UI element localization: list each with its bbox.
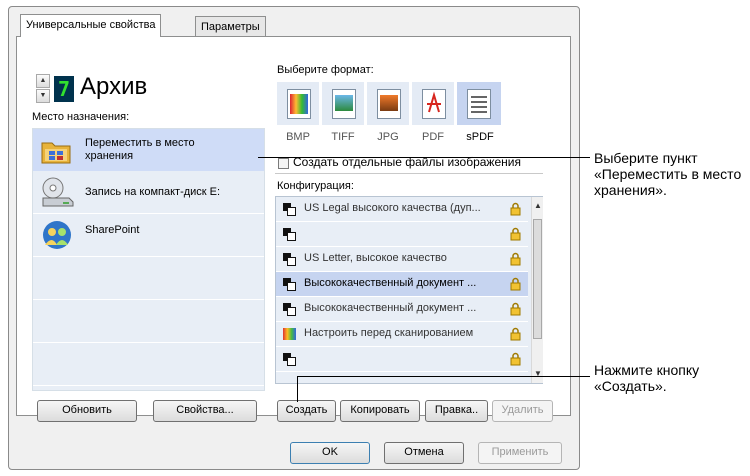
spin-up-button[interactable]: ▲ — [36, 74, 50, 88]
destination-list[interactable]: Переместить в место хранения Запись на к… — [32, 128, 265, 391]
delete-button[interactable]: Удалить — [492, 400, 553, 422]
create-button[interactable]: Создать — [277, 400, 336, 422]
config-item[interactable] — [276, 347, 528, 372]
destination-item-label-line2: хранения — [85, 150, 134, 162]
scroll-thumb[interactable] — [533, 219, 542, 339]
format-pdf-button[interactable] — [412, 82, 454, 125]
separate-files-checkbox[interactable] — [278, 158, 289, 169]
config-item[interactable]: US Letter, высокое качество — [276, 247, 528, 272]
lock-icon — [510, 252, 521, 266]
callout-line-create-vertical — [297, 376, 298, 402]
format-label: Выберите формат: — [277, 64, 374, 76]
profile-name: Архив — [80, 73, 148, 100]
format-label-spdf: sPDF — [466, 131, 494, 143]
lock-icon — [510, 202, 521, 216]
page-icon — [283, 353, 296, 366]
divider — [275, 173, 543, 174]
destination-empty-row — [33, 300, 264, 343]
format-label-bmp: BMP — [286, 131, 310, 143]
callout-line-select — [258, 157, 590, 158]
pdf-icon — [422, 89, 446, 119]
callout-press-create: Нажмите кнопку «Создать». — [594, 362, 700, 394]
callout-line-create — [297, 376, 590, 377]
destination-label: Место назначения: — [32, 111, 130, 123]
destination-empty-row — [33, 257, 264, 300]
ok-button[interactable]: OK — [290, 442, 370, 464]
spin-down-button[interactable]: ▼ — [36, 89, 50, 103]
destination-item-label: SharePoint — [85, 224, 140, 236]
bmp-icon — [287, 89, 311, 119]
tab-general-properties[interactable]: Универсальные свойства — [20, 14, 162, 37]
lock-icon — [510, 352, 521, 366]
format-spdf-button[interactable] — [457, 82, 501, 125]
config-item[interactable] — [276, 222, 528, 247]
config-label: Конфигурация: — [277, 180, 354, 192]
config-item-label: Высококачественный документ ... — [304, 302, 477, 314]
destination-item-label-line1: Переместить в место — [85, 137, 195, 149]
cancel-button[interactable]: Отмена — [384, 442, 464, 464]
scroll-up-arrow[interactable]: ▲ — [534, 201, 542, 210]
format-label-pdf: PDF — [422, 131, 444, 143]
lock-icon — [510, 327, 521, 341]
profile-number-display: 7 — [54, 76, 74, 102]
config-scrollbar[interactable]: ▲ ▼ — [531, 197, 543, 383]
format-label-jpg: JPG — [377, 131, 399, 143]
format-tiff-button[interactable] — [322, 82, 364, 125]
properties-button[interactable]: Свойства... — [153, 400, 257, 422]
apply-button[interactable]: Применить — [478, 442, 562, 464]
sharepoint-icon — [43, 221, 71, 249]
lock-icon — [510, 227, 521, 241]
jpg-icon — [377, 89, 401, 119]
color-bars-icon — [283, 328, 296, 340]
tiff-icon — [332, 89, 356, 119]
destination-item-label: Запись на компакт-диск E: — [85, 186, 221, 198]
page-icon — [283, 253, 296, 266]
config-item-label: US Legal высокого качества (дуп... — [304, 202, 481, 214]
tab-settings[interactable]: Параметры — [195, 16, 266, 37]
page-icon — [283, 228, 296, 241]
lock-icon — [510, 302, 521, 316]
destination-item-move-to-storage[interactable]: Переместить в место хранения — [33, 129, 264, 171]
refresh-button[interactable]: Обновить — [37, 400, 137, 422]
folder-move-icon — [41, 142, 71, 164]
config-item-label: US Letter, высокое качество — [304, 252, 447, 264]
format-jpg-button[interactable] — [367, 82, 409, 125]
config-list[interactable]: US Legal высокого качества (дуп... US Le… — [275, 196, 543, 384]
destination-empty-row — [33, 343, 264, 386]
lock-icon — [510, 277, 521, 291]
spdf-icon — [467, 89, 491, 119]
config-item-label: Высококачественный документ ... — [304, 277, 477, 289]
config-item-selected[interactable]: Высококачественный документ ... — [276, 272, 528, 297]
config-item[interactable]: Настроить перед сканированием — [276, 322, 528, 347]
edit-button[interactable]: Правка.. — [425, 400, 488, 422]
destination-item-sharepoint[interactable]: SharePoint — [33, 214, 264, 257]
page-icon — [283, 278, 296, 291]
config-item[interactable]: US Legal высокого качества (дуп... — [276, 197, 528, 222]
format-bmp-button[interactable] — [277, 82, 319, 125]
format-label-tiff: TIFF — [331, 131, 355, 143]
config-item[interactable]: Высококачественный документ ... — [276, 297, 528, 322]
page-icon — [283, 203, 296, 216]
config-item-label: Настроить перед сканированием — [304, 327, 474, 339]
copy-button[interactable]: Копировать — [340, 400, 420, 422]
callout-select-item: Выберите пункт «Переместить в место хран… — [594, 150, 742, 198]
cd-drive-icon — [42, 177, 74, 207]
destination-item-cd-burn[interactable]: Запись на компакт-диск E: — [33, 171, 264, 214]
page-icon — [283, 303, 296, 316]
